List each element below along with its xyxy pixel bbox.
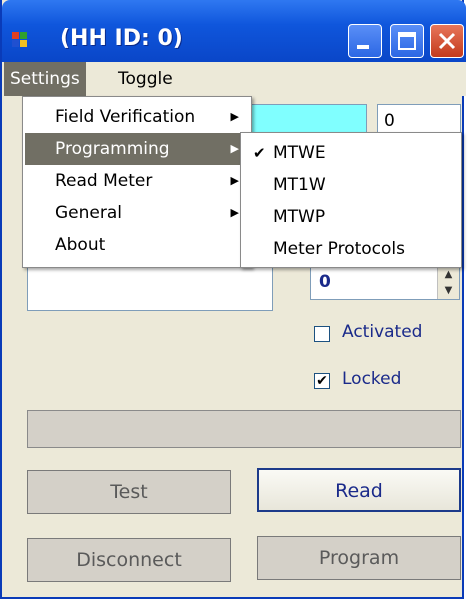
menu-item-label: About <box>55 235 106 255</box>
title-bar[interactable]: (HH ID: 0) <box>2 0 466 62</box>
submenu-item-mtwp[interactable]: MTWP <box>243 201 459 233</box>
menu-toggle[interactable]: Toggle <box>112 62 179 96</box>
menu-item-general[interactable]: General ▶ <box>25 197 249 229</box>
disconnect-button[interactable]: Disconnect <box>27 538 231 582</box>
spin-down-icon[interactable]: ▼ <box>438 283 459 299</box>
submenu-arrow-icon: ▶ <box>230 142 239 155</box>
quantity-stepper[interactable]: 0 ▲ ▼ <box>310 266 460 300</box>
menu-item-label: MT1W <box>273 175 326 195</box>
program-button[interactable]: Program <box>257 536 461 580</box>
programming-submenu: ✔ MTWE MT1W MTWP Meter Protocols <box>240 132 462 268</box>
activated-checkbox[interactable] <box>314 326 330 342</box>
app-icon <box>12 32 28 48</box>
menu-item-label: General <box>55 203 122 223</box>
submenu-arrow-icon: ▶ <box>230 110 239 123</box>
window-title: (HH ID: 0) <box>60 26 183 51</box>
maximize-icon <box>398 32 416 50</box>
menu-settings[interactable]: Settings <box>4 62 86 96</box>
close-button[interactable] <box>430 24 464 58</box>
menu-item-about[interactable]: About <box>25 229 249 261</box>
submenu-arrow-icon: ▶ <box>230 206 239 219</box>
menu-item-label: Programming <box>55 139 170 159</box>
menu-item-read-meter[interactable]: Read Meter ▶ <box>25 165 249 197</box>
top-right-value: 0 <box>384 111 395 131</box>
spinner-value: 0 <box>319 272 331 292</box>
menu-item-label: Read Meter <box>55 171 153 191</box>
read-button[interactable]: Read <box>257 468 461 512</box>
locked-checkbox[interactable]: ✔ <box>314 373 330 389</box>
status-bar <box>27 410 461 448</box>
settings-menu: Field Verification ▶ Programming ▶ Read … <box>22 96 252 268</box>
menu-item-label: Meter Protocols <box>273 239 406 259</box>
submenu-item-meter-protocols[interactable]: Meter Protocols <box>243 233 459 265</box>
checkmark-icon: ✔ <box>253 144 266 162</box>
activated-label: Activated <box>342 322 423 342</box>
submenu-arrow-icon: ▶ <box>230 174 239 187</box>
menu-item-label: Field Verification <box>55 107 196 127</box>
menu-item-label: MTWP <box>273 207 326 227</box>
submenu-item-mtwe[interactable]: ✔ MTWE <box>243 137 459 169</box>
locked-label: Locked <box>342 369 402 389</box>
menu-item-label: MTWE <box>273 143 326 163</box>
minimize-icon <box>357 45 369 49</box>
menu-item-programming[interactable]: Programming ▶ <box>25 133 249 165</box>
submenu-item-mt1w[interactable]: MT1W <box>243 169 459 201</box>
main-window: (HH ID: 0) Settings Toggle 0 0 ▲ ▼ Activ… <box>0 0 466 599</box>
minimize-button[interactable] <box>348 24 382 58</box>
menu-item-field-verification[interactable]: Field Verification ▶ <box>25 101 249 133</box>
maximize-button[interactable] <box>390 24 424 58</box>
test-button[interactable]: Test <box>27 470 231 514</box>
spinner-buttons[interactable]: ▲ ▼ <box>437 267 459 299</box>
close-icon <box>438 32 456 50</box>
spin-up-icon[interactable]: ▲ <box>438 267 459 283</box>
menu-bar: Settings Toggle <box>2 62 466 96</box>
